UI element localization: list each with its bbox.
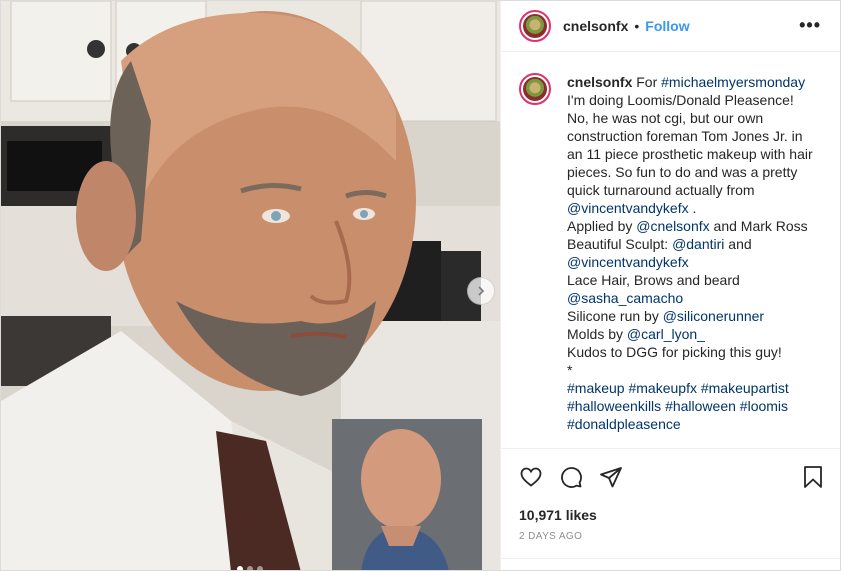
post-photo[interactable]: [1, 1, 500, 570]
caption-line: Lace Hair, Brows and beard: [567, 271, 835, 289]
caption-text-segment: Lace Hair, Brows and beard: [567, 272, 740, 288]
caption-line: No, he was not cgi, but our own: [567, 109, 835, 127]
caption-link[interactable]: @siliconerunner: [663, 308, 764, 324]
caption-username[interactable]: cnelsonfx: [567, 74, 632, 90]
caption-text-segment: construction foreman Tom Jones Jr. in: [567, 128, 803, 144]
caption-text-segment: quick turnaround actually from: [567, 182, 755, 198]
comment-input[interactable]: [519, 567, 823, 570]
caption-link[interactable]: #michaelmyersmonday: [661, 74, 805, 90]
caption-text-segment: Silicone run by: [567, 308, 663, 324]
caption-link[interactable]: #donaldpleasence: [567, 416, 681, 432]
caption-text-segment: Molds by: [567, 326, 627, 342]
caption-line: quick turnaround actually from: [567, 181, 835, 199]
caption-link[interactable]: @vincentvandykefx: [567, 200, 689, 216]
caption-link[interactable]: #halloween: [665, 398, 736, 414]
post-date[interactable]: 2 DAYS AGO: [519, 531, 582, 542]
caption-text-segment: *: [567, 362, 573, 378]
caption-line: I'm doing Loomis/Donald Pleasence!: [567, 91, 835, 109]
heart-icon[interactable]: [519, 465, 543, 489]
caption-line: pieces. So fun to do and was a pretty: [567, 163, 835, 181]
caption-text-segment: Applied by: [567, 218, 637, 234]
caption-text-segment: I'm doing Loomis/Donald Pleasence!: [567, 92, 794, 108]
caption-link[interactable]: @vincentvandykefx: [567, 254, 689, 270]
caption-line: cnelsonfx For #michaelmyersmonday: [567, 73, 835, 91]
caption-line: Kudos to DGG for picking this guy!: [567, 343, 835, 361]
post-side-panel: cnelsonfx • Follow ••• cnelsonfx For #mi…: [500, 1, 840, 570]
caption-line: Beautiful Sculpt: @dantiri and: [567, 235, 835, 253]
caption-line: Applied by @cnelsonfx and Mark Ross: [567, 217, 835, 235]
action-icons: [519, 465, 623, 489]
caption-link[interactable]: @sasha_camacho: [567, 290, 683, 306]
caption-link[interactable]: #loomis: [740, 398, 788, 414]
caption-line: Silicone run by @siliconerunner: [567, 307, 835, 325]
caption-text-segment: an 11 piece prosthetic makeup with hair: [567, 146, 813, 162]
caption-text-segment: For: [632, 74, 662, 90]
caption-line: #donaldpleasence: [567, 415, 835, 433]
share-icon[interactable]: [599, 465, 623, 489]
follow-button[interactable]: Follow: [645, 18, 689, 34]
carousel-dot: [237, 566, 243, 570]
username[interactable]: cnelsonfx: [563, 18, 628, 34]
instagram-post: cnelsonfx • Follow ••• cnelsonfx For #mi…: [0, 0, 841, 571]
comment-icon[interactable]: [559, 465, 583, 489]
caption-text-segment: No, he was not cgi, but our own: [567, 110, 764, 126]
caption-avatar[interactable]: [519, 73, 551, 105]
avatar[interactable]: [519, 10, 551, 42]
caption-line: @sasha_camacho: [567, 289, 835, 307]
post-header: cnelsonfx • Follow •••: [501, 1, 840, 52]
separator-dot: •: [634, 18, 640, 34]
caption-link[interactable]: #makeupartist: [701, 380, 789, 396]
caption-text-segment: and: [724, 236, 752, 252]
caption-line: *: [567, 361, 835, 379]
caption-link[interactable]: #makeup: [567, 380, 625, 396]
likes-count[interactable]: 10,971 likes: [519, 507, 597, 523]
more-options-icon[interactable]: •••: [799, 15, 821, 36]
post-actions: 10,971 likes 2 DAYS AGO: [501, 448, 840, 559]
bookmark-icon[interactable]: [801, 465, 825, 489]
caption-link[interactable]: @carl_lyon_: [627, 326, 705, 342]
next-image-button[interactable]: [467, 277, 495, 305]
caption: cnelsonfx For #michaelmyersmonday I'm doi…: [519, 73, 835, 433]
caption-text-segment: .: [688, 200, 697, 216]
caption-line: #makeup #makeupfx #makeupartist: [567, 379, 835, 397]
caption-line: an 11 piece prosthetic makeup with hair: [567, 145, 835, 163]
caption-line: construction foreman Tom Jones Jr. in: [567, 127, 835, 145]
caption-link[interactable]: #halloweenkills: [567, 398, 661, 414]
caption-text-segment: Beautiful Sculpt:: [567, 236, 673, 252]
caption-text-segment: pieces. So fun to do and was a pretty: [567, 164, 798, 180]
carousel-indicator: [237, 566, 263, 570]
carousel-dot: [257, 566, 263, 570]
caption-link[interactable]: #makeupfx: [628, 380, 696, 396]
caption-line: @vincentvandykefx: [567, 253, 835, 271]
comment-bar: [501, 558, 840, 570]
post-image: [1, 1, 500, 570]
caption-link[interactable]: @dantiri: [672, 236, 724, 252]
caption-link[interactable]: @cnelsonfx: [636, 218, 709, 234]
caption-text-segment: Kudos to DGG for picking this guy!: [567, 344, 782, 360]
caption-line: @vincentvandykefx .: [567, 199, 835, 217]
caption-text: cnelsonfx For #michaelmyersmonday I'm doi…: [567, 73, 835, 433]
caption-line: #halloweenkills #halloween #loomis: [567, 397, 835, 415]
carousel-dot: [247, 566, 253, 570]
chevron-right-icon: [478, 286, 485, 296]
caption-line: Molds by @carl_lyon_: [567, 325, 835, 343]
caption-text-segment: and Mark Ross: [709, 218, 808, 234]
